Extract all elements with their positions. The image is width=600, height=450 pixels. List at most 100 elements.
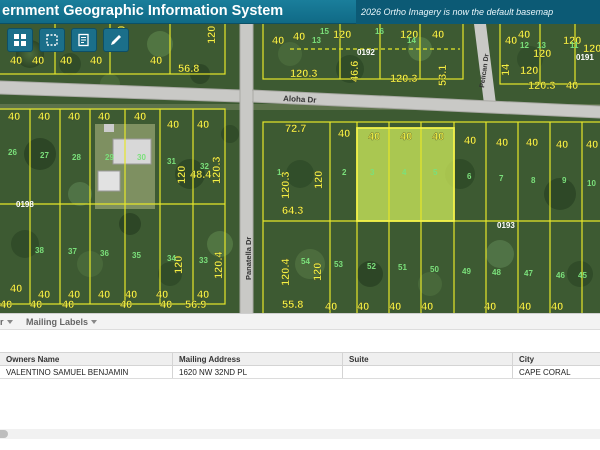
lot-number: 9: [562, 176, 567, 185]
dimension-label: 40: [368, 131, 380, 143]
map-view[interactable]: Aloha Dr Panatella Dr Pelican Dr 0192 01…: [0, 24, 600, 313]
dimension-label: 120.3: [390, 73, 418, 85]
table-header-row: Owners Name Mailing Address Suite City: [0, 352, 600, 366]
dimension-label: 40: [160, 299, 172, 311]
lot-number: 35: [132, 251, 141, 260]
dimension-label: 40: [272, 35, 284, 47]
cell-suite: [343, 366, 513, 378]
lot-number: 54: [301, 257, 310, 266]
dimension-label: 40: [400, 131, 412, 143]
dimension-label: 72.7: [285, 123, 306, 135]
lot-number: 13: [537, 41, 546, 50]
dimension-label: 40: [586, 139, 598, 151]
dimension-label: 40: [496, 137, 508, 149]
lot-number: 33: [199, 256, 208, 265]
lot-number: 16: [375, 27, 384, 36]
dimension-label: 40: [484, 301, 496, 313]
lot-number: 52: [367, 262, 376, 271]
draw-tool-button[interactable]: [103, 28, 129, 52]
dimension-label: 120.3: [290, 68, 318, 80]
dimension-label: 40: [98, 111, 110, 123]
dimension-label: 40: [464, 135, 476, 147]
select-area-button[interactable]: [39, 28, 65, 52]
cell-address: 1620 NW 32ND PL: [173, 366, 343, 378]
lot-number: 2: [342, 168, 347, 177]
block-number: 0192: [357, 48, 375, 57]
dimension-label: 40: [120, 299, 132, 311]
lot-number: 26: [8, 148, 17, 157]
tab-filter[interactable]: r: [0, 317, 13, 327]
lot-number: 11: [570, 41, 579, 50]
lot-number: 48: [492, 268, 501, 277]
results-table: Owners Name Mailing Address Suite City V…: [0, 352, 600, 379]
column-header-suite[interactable]: Suite: [343, 353, 513, 365]
dimension-label: 56.9: [185, 299, 206, 311]
lot-number: 30: [137, 153, 146, 162]
table-row[interactable]: VALENTINO SAMUEL BENJAMIN 1620 NW 32ND P…: [0, 366, 600, 379]
dimension-label: 40: [197, 119, 209, 131]
dimension-label: 120.4: [280, 258, 292, 286]
dimension-label: 40: [98, 289, 110, 301]
dimension-label: 40: [90, 55, 102, 67]
shed-roof: [104, 124, 114, 132]
grid-icon: [14, 34, 26, 46]
lot-number: 4: [402, 168, 407, 177]
column-header-owners-name[interactable]: Owners Name: [0, 353, 173, 365]
dimension-label: 120: [583, 43, 600, 55]
dimension-label: 64.3: [282, 205, 303, 217]
house-roof: [97, 170, 121, 192]
dimension-label: 40: [389, 301, 401, 313]
app-title: ernment Geographic Information System: [2, 3, 284, 19]
dimension-label: 120: [520, 65, 538, 77]
tab-label: Mailing Labels: [26, 317, 89, 327]
lot-number: 51: [398, 263, 407, 272]
grid-tool-button[interactable]: [7, 28, 33, 52]
lot-number: 13: [312, 36, 321, 45]
horizontal-scrollbar[interactable]: [0, 429, 600, 439]
dimension-label: 40: [421, 301, 433, 313]
scrollbar-thumb[interactable]: [0, 430, 8, 438]
parcel-map-svg[interactable]: Aloha Dr Panatella Dr Pelican Dr 0192 01…: [0, 24, 600, 313]
lot-number: 53: [334, 260, 343, 269]
column-header-mailing-address[interactable]: Mailing Address: [173, 353, 343, 365]
lot-number: 28: [72, 153, 81, 162]
dimension-label: 120: [313, 171, 325, 189]
cell-owner: VALENTINO SAMUEL BENJAMIN: [0, 366, 173, 378]
dimension-label: 40: [134, 111, 146, 123]
column-header-city[interactable]: City: [513, 353, 600, 365]
dimension-label: 40: [505, 35, 517, 47]
lot-number: 5: [433, 168, 438, 177]
tab-label: r: [0, 317, 4, 327]
lot-number: 14: [407, 36, 416, 45]
dimension-label: 120: [312, 263, 324, 281]
lot-number: 37: [68, 247, 77, 256]
lot-number: 8: [531, 176, 536, 185]
lot-number: 49: [462, 267, 471, 276]
lot-number: 46: [556, 271, 565, 280]
results-panel-tabs: r Mailing Labels: [0, 313, 600, 330]
lot-number: 45: [578, 271, 587, 280]
lot-number: 27: [40, 151, 49, 160]
lot-number: 36: [100, 249, 109, 258]
dimension-label: 40: [432, 131, 444, 143]
dimension-label: 40: [10, 55, 22, 67]
dimension-label: 40: [150, 55, 162, 67]
lot-number: 47: [524, 269, 533, 278]
lot-number: 7: [499, 174, 504, 183]
pencil-icon: [111, 35, 121, 45]
document-tool-button[interactable]: [71, 28, 97, 52]
basemap-notice: 2026 Ortho Imagery is now the default ba…: [356, 0, 600, 24]
edit-document-icon: [78, 33, 89, 47]
dimension-label: 40: [62, 299, 74, 311]
lot-number: 31: [167, 157, 176, 166]
lot-number: 32: [200, 162, 209, 171]
dimension-label: 40: [8, 111, 20, 123]
dimension-label: 53.1: [437, 65, 449, 86]
block-number: 0198: [16, 200, 34, 209]
dimension-label: 40: [519, 301, 531, 313]
tab-mailing-labels[interactable]: Mailing Labels: [26, 317, 98, 327]
dimension-label: 55.8: [282, 299, 303, 311]
dimension-label: 40: [432, 29, 444, 41]
lot-number: 15: [320, 27, 329, 36]
road-label-aloha: Aloha Dr: [283, 94, 317, 105]
